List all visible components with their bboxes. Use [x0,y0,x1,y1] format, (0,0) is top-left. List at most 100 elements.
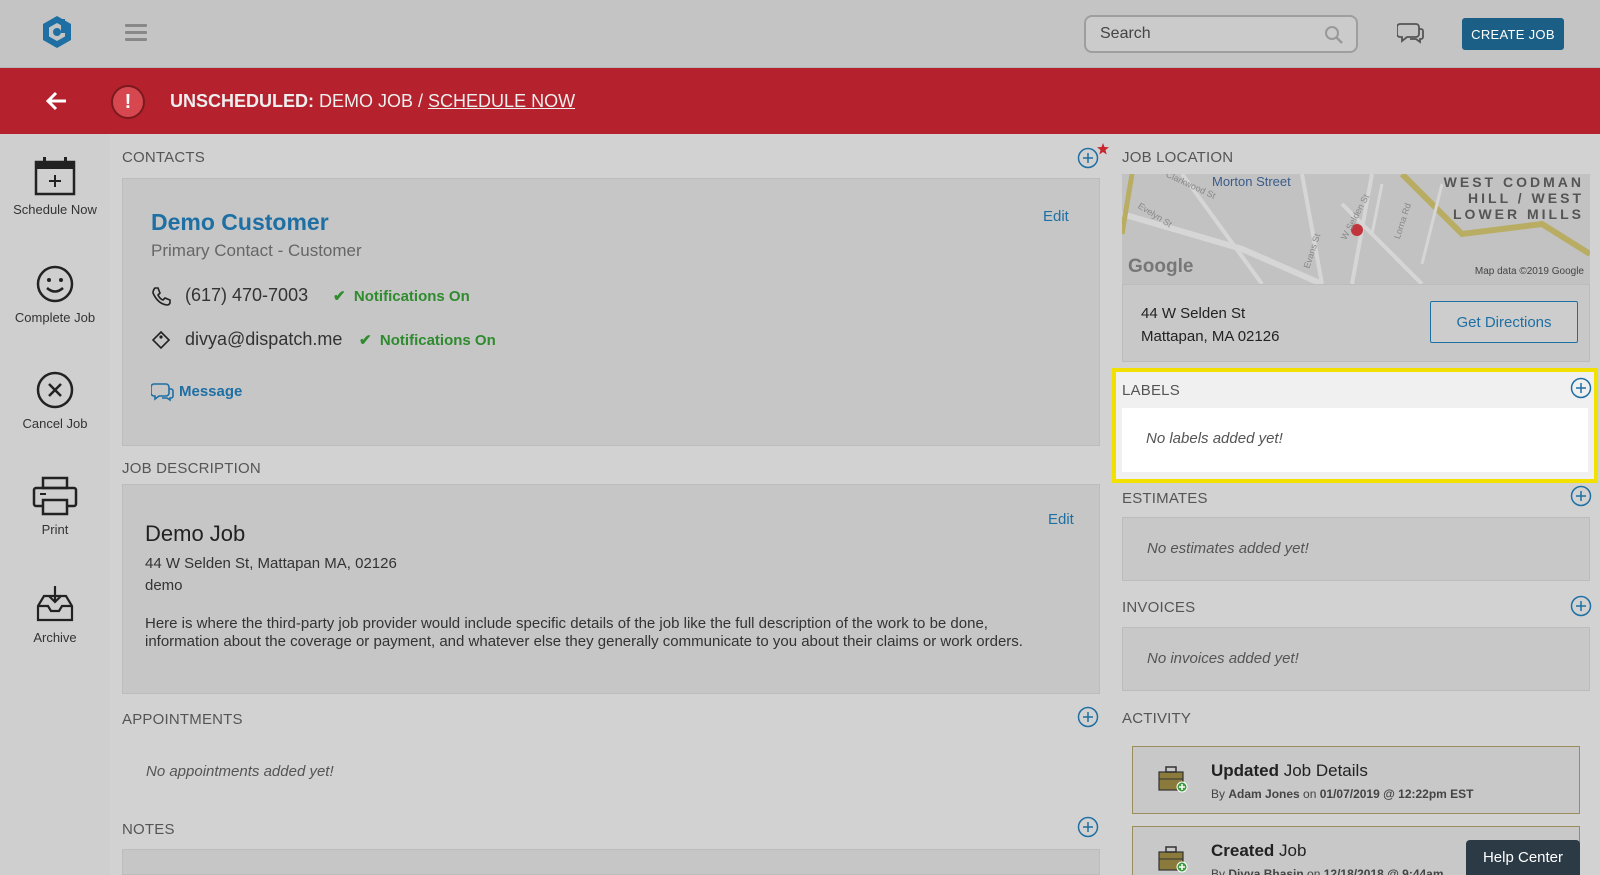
job-title: Demo Job [145,521,246,546]
job-description-title: JOB DESCRIPTION [122,460,261,477]
activity-by: By [1211,787,1229,801]
search-icon[interactable] [1324,25,1344,45]
star-icon [1097,143,1109,155]
smiley-icon [36,265,74,303]
contact-email[interactable]: divya@dispatch.me [185,329,342,349]
job-tag: demo [145,577,183,594]
contact-phone[interactable]: (617) 470-7003 [185,285,308,305]
tag-diamond-icon [151,331,171,350]
hamburger-menu-icon[interactable] [125,24,147,42]
get-directions-button[interactable]: Get Directions [1430,301,1578,343]
invoices-empty: No invoices added yet! [1147,650,1299,667]
labels-empty: No labels added yet! [1146,430,1283,447]
activity-title-text: Created Job [1211,841,1306,861]
contact-email-row: divya@dispatch.me [151,329,342,350]
activity-on: on [1299,787,1320,801]
location-map[interactable]: Morton Street Clarkwood St Evelyn St W S… [1122,174,1590,284]
rail-label: Cancel Job [22,416,88,431]
add-appointment-icon[interactable] [1077,706,1099,728]
message-label: Message [179,382,243,400]
contact-role: Primary Contact - Customer [151,241,362,260]
action-rail: Schedule Now Complete Job Cancel Job Pri… [0,134,110,875]
search-input[interactable] [1100,23,1310,45]
map-area-label: WEST CODMAN HILL / WEST LOWER MILLS [1443,174,1584,222]
top-bar: CREATE JOB [0,0,1600,68]
inbox-download-icon [36,586,74,622]
labels-card: No labels added yet! [1122,408,1588,472]
notes-card [122,849,1100,875]
activity-by: By [1211,867,1229,875]
estimates-card: No estimates added yet! [1122,517,1590,581]
edit-job-description-link[interactable]: Edit [1048,511,1074,528]
address-line1: 44 W Selden St [1141,305,1246,322]
rail-print[interactable]: Print [0,476,110,537]
invoices-title: INVOICES [1122,599,1196,616]
briefcase-icon [1158,766,1188,793]
rail-label: Print [41,522,69,537]
contact-phone-row: (617) 470-7003 [151,285,308,307]
email-notifications-status: ✔ Notifications On [359,331,496,349]
check-icon: ✔ [359,332,372,349]
job-address: 44 W Selden St, Mattapan MA, 02126 [145,555,397,572]
activity-user: Adam Jones [1228,787,1300,801]
activity-object: Job [1274,841,1307,860]
edit-contact-link[interactable]: Edit [1043,208,1069,225]
rail-label: Schedule Now [13,202,97,217]
message-link[interactable]: Message [150,381,243,403]
invoices-card: No invoices added yet! [1122,627,1590,691]
estimates-title: ESTIMATES [1122,490,1208,507]
rail-complete-job[interactable]: Complete Job [0,264,110,325]
labels-title: LABELS [1122,382,1180,399]
back-arrow-icon[interactable] [44,89,68,113]
phone-icon [152,287,171,307]
create-job-button[interactable]: CREATE JOB [1462,18,1564,50]
contact-name[interactable]: Demo Customer [151,209,329,236]
rail-label: Complete Job [14,310,96,325]
rail-schedule-now[interactable]: Schedule Now [0,156,110,217]
notes-title: NOTES [122,821,175,838]
job-description-text: Here is where the third-party job provid… [145,615,1023,650]
address-card: 44 W Selden St Mattapan, MA 02126 Get Di… [1122,284,1590,362]
banner-job-name: DEMO JOB / [319,91,424,111]
appointments-empty: No appointments added yet! [146,763,334,780]
job-location-title: JOB LOCATION [1122,149,1234,166]
add-invoice-icon[interactable] [1570,595,1592,617]
activity-action: Created [1211,841,1275,860]
add-label-icon[interactable] [1570,377,1592,399]
add-estimate-icon[interactable] [1570,485,1592,507]
rail-cancel-job[interactable]: Cancel Job [0,370,110,431]
chat-icon[interactable] [1397,20,1425,46]
activity-meta: By Adam Jones on 01/07/2019 @ 12:22pm ES… [1211,787,1474,801]
activity-user: Divya Bhasin [1228,867,1304,875]
check-icon: ✔ [333,288,346,305]
activity-on: on [1303,867,1324,875]
activity-time: 01/07/2019 @ 12:22pm EST [1319,787,1474,801]
add-contact-icon[interactable] [1077,147,1099,169]
phone-notif-label: Notifications On [353,288,470,305]
activity-item[interactable]: Updated Job Details By Adam Jones on 01/… [1132,746,1580,814]
message-icon [150,383,174,402]
help-center-button[interactable]: Help Center [1466,840,1580,875]
alert-icon: ! [111,85,145,119]
labels-section: LABELS No labels added yet! [1112,368,1598,483]
search-box[interactable] [1084,15,1358,53]
address-line2: Mattapan, MA 02126 [1141,328,1280,345]
activity-meta: By Divya Bhasin on 12/18/2018 @ 9:44am [1211,867,1444,875]
map-street-label: Morton Street [1212,174,1291,189]
google-logo: Google [1128,256,1194,277]
contact-card: Demo Customer Primary Contact - Customer… [122,178,1100,446]
email-notif-label: Notifications On [379,332,496,349]
activity-title-text: Updated Job Details [1211,761,1368,781]
activity-object: Job Details [1279,761,1368,780]
appointments-title: APPOINTMENTS [122,711,243,728]
rail-archive[interactable]: Archive [0,584,110,645]
printer-icon [32,476,78,516]
add-note-icon[interactable] [1077,816,1099,838]
job-description-card: Edit Demo Job 44 W Selden St, Mattapan M… [122,484,1100,694]
banner-text: UNSCHEDULED: DEMO JOB / SCHEDULE NOW [170,91,575,112]
schedule-now-link[interactable]: SCHEDULE NOW [428,91,575,111]
contacts-title: CONTACTS [122,149,205,166]
dispatch-logo-icon[interactable] [42,15,72,49]
rail-label: Archive [33,630,77,645]
phone-notifications-status: ✔ Notifications On [333,287,470,305]
